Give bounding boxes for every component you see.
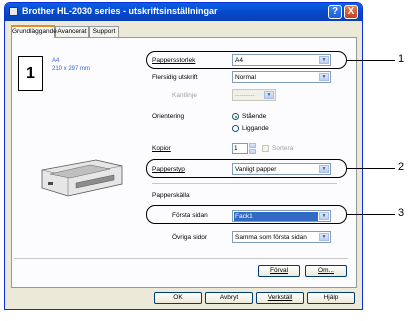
other-pages-select[interactable]: Samma som första sidan ▼ bbox=[232, 231, 331, 243]
title-bar[interactable]: Brother HL-2030 series - utskriftsinstäl… bbox=[5, 3, 362, 21]
paper-size-dims: 210 x 297 mm bbox=[52, 66, 91, 72]
tab-support[interactable]: Support bbox=[89, 26, 119, 37]
collate-checkbox[interactable] bbox=[262, 145, 269, 152]
portrait-label: Stående bbox=[242, 113, 267, 120]
border-select[interactable]: --------- ▼ bbox=[232, 89, 276, 101]
copies-input[interactable]: 1 bbox=[232, 143, 248, 154]
printer-icon bbox=[9, 7, 18, 16]
chevron-down-icon: ▼ bbox=[319, 73, 329, 81]
callout-leader-1 bbox=[347, 60, 395, 61]
about-button[interactable]: Om... bbox=[305, 265, 347, 277]
copies-stepper[interactable] bbox=[249, 143, 256, 154]
callout-number-3: 3 bbox=[398, 207, 405, 219]
other-pages-label: Övriga sidor bbox=[172, 234, 208, 241]
paper-size-name: A4 bbox=[52, 58, 60, 64]
chevron-down-icon: ▼ bbox=[264, 91, 274, 99]
page-preview: 1 bbox=[18, 56, 43, 91]
callout-number-2: 2 bbox=[398, 161, 405, 173]
separator bbox=[152, 183, 337, 184]
callout-outline-1 bbox=[146, 51, 347, 69]
landscape-radio[interactable] bbox=[232, 125, 239, 132]
ok-button[interactable]: OK bbox=[154, 292, 202, 304]
callout-outline-2 bbox=[146, 159, 347, 178]
help-icon[interactable]: ? bbox=[328, 5, 342, 19]
callout-number-1: 1 bbox=[398, 53, 405, 65]
paper-source-heading: Papperskälla bbox=[152, 192, 190, 199]
duplex-select[interactable]: Normal ▼ bbox=[232, 71, 331, 83]
portrait-radio[interactable] bbox=[232, 113, 239, 120]
callout-leader-2 bbox=[347, 168, 395, 169]
collate-label: Sortera bbox=[272, 145, 294, 152]
tab-basic[interactable]: Grundläggande bbox=[11, 25, 57, 38]
duplex-label: Flersidig utskrift bbox=[152, 74, 198, 81]
window-title: Brother HL-2030 series - utskriftsinstäl… bbox=[22, 6, 218, 16]
callout-leader-3 bbox=[347, 214, 395, 215]
border-label: Kantlinje bbox=[172, 92, 197, 99]
orientation-label: Orientering bbox=[152, 113, 185, 120]
cancel-button[interactable]: Avbryt bbox=[205, 292, 253, 304]
apply-button[interactable]: Verkställ bbox=[256, 292, 304, 304]
help-button[interactable]: Hjälp bbox=[307, 292, 355, 304]
landscape-label: Liggande bbox=[242, 125, 269, 132]
close-icon[interactable]: X bbox=[344, 5, 358, 19]
default-button[interactable]: Förval bbox=[258, 265, 300, 277]
printer-illustration bbox=[41, 159, 123, 197]
tab-advanced[interactable]: Avancerat bbox=[55, 26, 89, 37]
chevron-down-icon: ▼ bbox=[319, 233, 329, 241]
callout-outline-3 bbox=[146, 205, 347, 224]
separator bbox=[14, 258, 348, 259]
copies-label: Kopior bbox=[152, 145, 171, 152]
